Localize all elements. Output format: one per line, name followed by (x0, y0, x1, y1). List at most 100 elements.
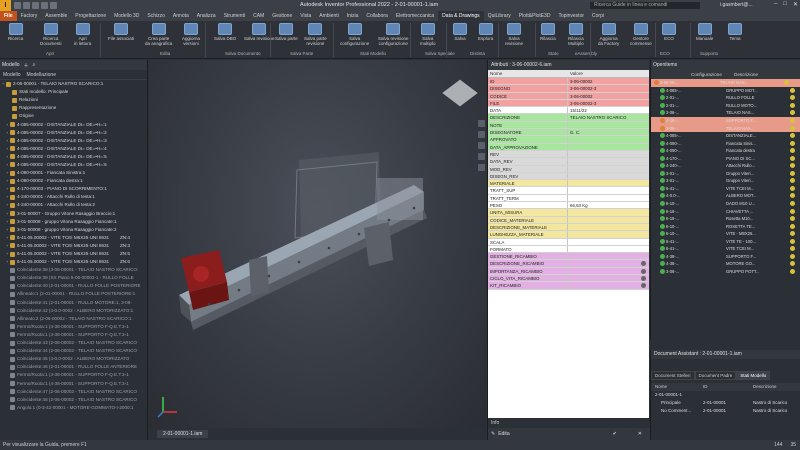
tree-item[interactable]: +6-41.05.00002 - VITE TCEI M6X25 UNI 593… (2, 250, 147, 258)
tree-item[interactable]: Relazioni (2, 96, 147, 104)
tree-item[interactable]: +3-01-00008 - gruppo Vitona Rasaggio Fia… (2, 218, 147, 226)
tree-item[interactable]: +4-090-00001 - Fiancata Sinistra:1 (2, 169, 147, 177)
ribbon-button[interactable]: Apri in lettura (74, 23, 91, 49)
ribbon-tab[interactable]: Data & Drawings (438, 11, 484, 21)
tab-modellazione[interactable]: Modellazione (27, 72, 56, 78)
document-assistant-row[interactable]: No Comment... 2-01-00001 Nastro di Scarico (651, 407, 800, 415)
attribute-value[interactable] (568, 187, 649, 193)
openitem-row[interactable]: 4-0.0-... ALBERO MOT... (651, 192, 800, 200)
ribbon-button[interactable]: Salva DBO (214, 23, 236, 49)
tree-item[interactable]: +4-085-00002 - DISTANZIALE DI= DE=•H=:6 (2, 161, 147, 169)
help-search-input[interactable]: Ricerca Guide in linea e comandi (590, 2, 700, 9)
openitem-row[interactable]: 4-170-... PIANO DI SC... (651, 154, 800, 162)
ribbon-tab[interactable]: Progettazione (71, 11, 110, 21)
ribbon-tab[interactable]: Elettromeccanica (392, 11, 438, 21)
attribute-value[interactable] (568, 246, 649, 252)
openitem-row[interactable]: 6-41-... VITE TCEI M... (651, 245, 800, 253)
ribbon-tab[interactable]: Collabora (362, 11, 391, 21)
attribute-row[interactable]: APPROVATO (488, 136, 649, 144)
tree-item[interactable]: +4-085-00002 - DISTANZIALE DI= DE=•H=:4 (2, 145, 147, 153)
tree-item[interactable]: Fermo/Ruota:1 (4-38-00001 - SUPPORTO F-Q… (2, 323, 147, 331)
tree-item[interactable]: Coincidente:38 (3-06-00001 - TELAIO NAST… (2, 266, 147, 274)
openitem-row[interactable]: 4-38-... SUPPORTO F... (651, 253, 800, 261)
tree-item[interactable]: Stati modello: Principale (2, 88, 147, 96)
ribbon-button[interactable]: ECO (662, 23, 676, 49)
attribute-row[interactable]: DISEGN_REV (488, 172, 649, 181)
attribute-value[interactable]: 3-06-00002 (568, 78, 649, 84)
attribute-value[interactable] (568, 151, 649, 157)
ribbon-button[interactable]: Aggiorna versioni (182, 23, 200, 49)
attribute-value[interactable]: 3-06-00002-3 (568, 100, 649, 106)
graphics-viewport[interactable] (149, 60, 486, 428)
ribbon-tab[interactable]: CAM (249, 11, 268, 21)
ribbon-button[interactable]: Salva multiplo (420, 23, 436, 49)
ribbon-button[interactable]: Crea parte da anagrafica (145, 23, 172, 49)
attribute-value[interactable] (568, 158, 649, 164)
ribbon-tab[interactable]: Factory (17, 11, 42, 21)
attribute-value[interactable] (568, 173, 649, 179)
ribbon-tab[interactable]: Strumenti (220, 11, 249, 21)
ribbon-button[interactable]: Ricerca Documenti (40, 23, 62, 49)
tree-item[interactable]: +4-085-00002 - DISTANZIALE DI= DE=•H=:1 (2, 120, 147, 128)
ribbon-button[interactable]: Salva parte (275, 23, 298, 49)
search-icon[interactable]: ⌕ (33, 62, 36, 68)
attribute-row[interactable]: DISEGNATORE G. C. (488, 129, 649, 137)
attribute-row[interactable]: DESCRIZIONE_RICAMBIO (488, 260, 649, 268)
attribute-value[interactable]: TELAIO NASTRO SCARICO (568, 114, 649, 120)
attribute-row[interactable]: LUNGHEZZA_MATERIALE (488, 231, 649, 239)
new-icon[interactable] (14, 2, 21, 9)
tree-item[interactable]: +4-240-00001 - Attacchi Rullo di testa:1 (2, 193, 147, 201)
openitem-row[interactable]: 4-085-... DISTANZIALE... (651, 132, 800, 140)
attribute-value[interactable] (568, 136, 649, 142)
tree-item[interactable]: Coincidente:42 (4-0.0-0002 - ALBERO MOTO… (2, 307, 147, 315)
attribute-row[interactable]: TRATT_SUP (488, 187, 649, 195)
redo-icon[interactable] (50, 2, 57, 9)
attribute-value[interactable]: 66,63 Kg (568, 202, 649, 208)
tree-item[interactable]: +4-240-00001 - Attacchi Rullo di testa:2 (2, 201, 147, 209)
edit-button[interactable]: Edita (498, 431, 509, 437)
tab-document-stelleri[interactable]: Document Stelleri (651, 371, 695, 380)
tree-item[interactable]: Coincidente:41 (2-01-00001 - RULLO MOTOR… (2, 299, 147, 307)
openitem-row[interactable]: 2-01-... RULLO MOTO... (651, 102, 800, 110)
attribute-row[interactable]: PESO 66,63 Kg (488, 202, 649, 210)
attribute-value[interactable] (568, 166, 649, 172)
ribbon-button[interactable]: Salva revisione configurazione (378, 23, 409, 49)
openitem-row[interactable]: 4-090-... Fiancata destra (651, 147, 800, 155)
attribute-row[interactable]: KIT_RICAMBIO (488, 282, 649, 290)
add-icon[interactable]: ＋ (24, 62, 29, 69)
attribute-value[interactable] (568, 260, 639, 266)
tree-item[interactable]: Fermo/Ruota:1 (4-38-00001 - SUPPORTO F-Q… (2, 379, 147, 387)
edit-icon[interactable]: ✎ (491, 431, 495, 437)
tree-item[interactable]: +3-01-00007 - Gruppo Vitone Rasaggio Bra… (2, 210, 147, 218)
attribute-value[interactable]: 3-06-00002-3 (568, 85, 649, 91)
document-assistant-row[interactable]: Principale 2-01-00001 Nastro di Scarico (651, 399, 800, 407)
ribbon-tab[interactable]: Inizia (343, 11, 363, 21)
openitem-row[interactable]: 3-06-... TELAIO NAS... (651, 124, 800, 132)
ribbon-tab[interactable]: QuiLibrary (484, 11, 515, 21)
attribute-row[interactable]: ID 3-06-00002 (488, 78, 649, 86)
tree-item[interactable]: +6-41.05.00002 - VITE TCEI M6X25 UNI 593… (2, 234, 147, 242)
attribute-row[interactable]: FILE 3-06-00002-3 (488, 99, 649, 108)
openitem-row[interactable]: 4-38-... SUPPORTO F... (651, 116, 800, 125)
openitem-row[interactable]: 6-10-... DADO M10 U... (651, 200, 800, 208)
attribute-value[interactable] (568, 268, 639, 274)
ribbon-tab[interactable]: Topinvestor (554, 11, 588, 21)
ribbon-button[interactable]: Aggiorna da Factory (598, 23, 619, 49)
ribbon-button[interactable]: Salva revisione (505, 23, 523, 49)
ribbon-tab[interactable]: Schizzo (143, 11, 169, 21)
tree-item[interactable]: Fermo/Ruota:1 (4-38-00001 - SUPPORTO F-Q… (2, 371, 147, 379)
tree-item[interactable]: +3-01-00008 - gruppo Vitona Rasaggio Fia… (2, 226, 147, 234)
tree-item[interactable]: Coincidente:44 (2-06-00002 - TELAIO NAST… (2, 347, 147, 355)
ribbon-button[interactable]: Tema (728, 23, 742, 49)
tree-item[interactable]: +4-085-00002 - DISTANZIALE DI= DE=•H=:3 (2, 137, 147, 145)
attribute-row[interactable]: NOTE (488, 121, 649, 130)
attribute-value[interactable] (568, 275, 639, 281)
attribute-row[interactable]: DATA 15/11/22 (488, 107, 649, 115)
open-icon[interactable] (23, 2, 30, 9)
tree-item[interactable]: Origine (2, 112, 147, 120)
minimize-button[interactable]: – (774, 1, 777, 8)
tree-item[interactable]: Coincidente:46 (2-01-00001 - RULLO FOLLE… (2, 363, 147, 371)
attribute-value[interactable] (568, 282, 639, 288)
ribbon-button[interactable]: Rilascia (540, 23, 556, 49)
maximize-button[interactable]: □ (783, 1, 787, 8)
